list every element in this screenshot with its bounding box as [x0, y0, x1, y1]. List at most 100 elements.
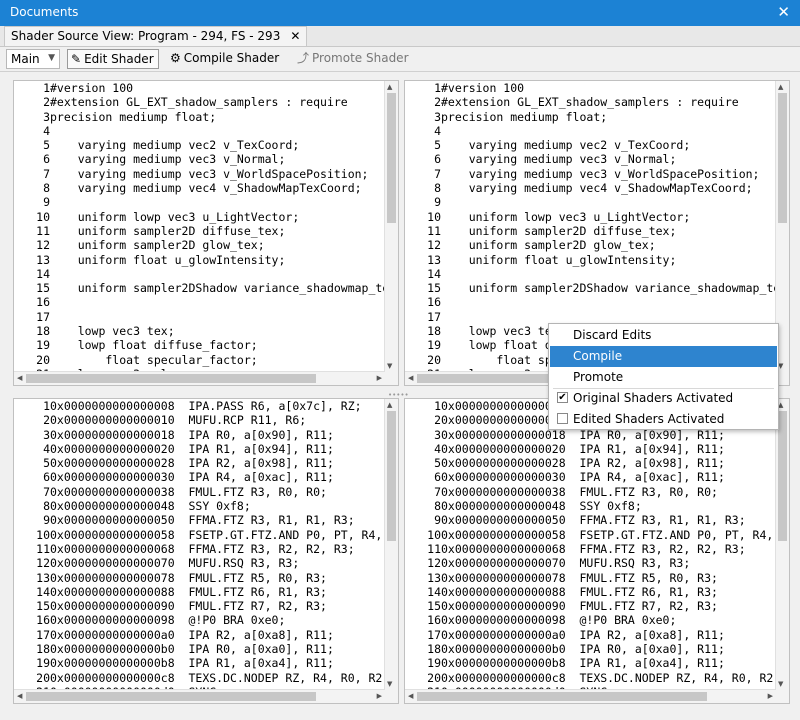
code-line: 0x0000000000000058 FSETP.GT.FTZ.AND P0, …	[50, 527, 383, 542]
code-line: 0x00000000000000b8 IPA R1, a[0xa4], R11;	[50, 656, 334, 671]
scroll-left-icon[interactable]: ◀	[17, 374, 22, 382]
line-number: 10	[427, 527, 441, 542]
line-number: 10	[36, 209, 50, 224]
toolbar: Main ▼ ✎ Edit Shader ⚙ Compile Shader ⤴ Pro…	[0, 47, 800, 72]
original-source-pane[interactable]: 123456789101112131415161718192021 #versi…	[13, 80, 399, 386]
menu-item-original-shaders[interactable]: ✔ Original Shaders Activated	[550, 388, 777, 409]
line-number: 7	[43, 484, 50, 499]
vertical-scrollbar[interactable]: ▲ ▼	[384, 399, 398, 690]
chevron-down-icon: ▼	[48, 53, 55, 63]
line-numbers: 123456789101112131415161718192021	[14, 399, 50, 690]
scroll-left-icon[interactable]: ◀	[408, 374, 413, 382]
line-number: 5	[434, 138, 441, 153]
line-number: 11	[36, 541, 50, 556]
line-number: 15	[427, 599, 441, 614]
scroll-thumb[interactable]	[26, 374, 316, 383]
line-number: 4	[434, 441, 441, 456]
code-line: varying mediump vec2 v_TexCoord;	[441, 138, 691, 153]
line-number: 14	[36, 266, 50, 281]
code-line: uniform sampler2D glow_tex;	[441, 238, 656, 253]
scroll-thumb[interactable]	[778, 93, 787, 223]
code-line: 0x00000000000000a0 IPA R2, a[0xa8], R11;	[441, 627, 725, 642]
original-disassembly-pane[interactable]: 123456789101112131415161718192021 0x0000…	[13, 398, 399, 704]
line-number: 14	[427, 266, 441, 281]
scroll-thumb[interactable]	[387, 93, 396, 223]
horizontal-scrollbar[interactable]: ◀▶	[14, 371, 385, 385]
menu-item-discard-edits[interactable]: Discard Edits	[550, 325, 777, 346]
horizontal-scrollbar[interactable]: ◀▶	[405, 689, 776, 703]
horizontal-scrollbar[interactable]: ◀▶	[14, 689, 385, 703]
original-source-code[interactable]: 123456789101112131415161718192021 #versi…	[14, 81, 385, 372]
line-number: 7	[43, 166, 50, 181]
code-line: 0x00000000000000b0 IPA R0, a[0xa0], R11;	[441, 642, 725, 657]
code-line: 0x0000000000000088 FMUL.FTZ R6, R1, R3;	[441, 584, 718, 599]
window-close-icon[interactable]: ✕	[777, 3, 790, 21]
line-number: 1	[43, 399, 50, 413]
line-number: 1	[43, 81, 50, 95]
scroll-down-icon[interactable]: ▼	[387, 680, 392, 688]
scroll-corner	[776, 690, 789, 703]
original-shaders-checkbox[interactable]: ✔	[557, 392, 568, 403]
scroll-thumb[interactable]	[387, 411, 396, 541]
scroll-up-icon[interactable]: ▲	[387, 401, 392, 409]
scroll-thumb[interactable]	[778, 411, 787, 541]
code-line: 0x0000000000000070 MUFU.RSQ R3, R3;	[441, 556, 691, 571]
menu-item-compile[interactable]: Compile	[550, 346, 777, 367]
code-line: varying mediump vec2 v_TexCoord;	[50, 138, 300, 153]
view-select[interactable]: Main ▼	[6, 49, 60, 69]
code-line: lowp vec3 tex;	[50, 324, 175, 339]
line-number: 1	[434, 81, 441, 95]
scroll-thumb[interactable]	[26, 692, 316, 701]
menu-item-promote[interactable]: Promote	[550, 367, 777, 388]
code-line: 0x0000000000000030 IPA R4, a[0xac], R11;	[50, 470, 334, 485]
line-number: 6	[434, 470, 441, 485]
scroll-up-icon[interactable]: ▲	[387, 83, 392, 91]
scroll-thumb[interactable]	[417, 692, 707, 701]
edited-disassembly-pane[interactable]: 123456789101112131415161718192021 0x0000…	[404, 398, 790, 704]
line-number: 2	[43, 413, 50, 428]
line-number: 5	[43, 456, 50, 471]
scroll-right-icon[interactable]: ▶	[377, 692, 382, 700]
edited-shaders-label: Edited Shaders Activated	[573, 412, 725, 426]
line-number: 20	[36, 670, 50, 685]
code-line: 0x0000000000000048 SSY 0xf8;	[50, 499, 251, 514]
line-number: 10	[427, 209, 441, 224]
tab-close-icon[interactable]: ✕	[290, 29, 300, 43]
line-number: 19	[427, 656, 441, 671]
vertical-scrollbar[interactable]: ▲ ▼	[384, 81, 398, 372]
splitter-grip-icon[interactable]: •••••	[388, 391, 412, 399]
original-disassembly-code[interactable]: 123456789101112131415161718192021 0x0000…	[14, 399, 385, 690]
line-number: 11	[427, 223, 441, 238]
code-line: uniform lowp vec3 u_LightVector;	[50, 209, 300, 224]
promote-shader-button[interactable]: ⤴ Promote Shader	[294, 49, 413, 69]
original-shaders-label: Original Shaders Activated	[573, 391, 734, 405]
promote-shader-label: Promote Shader	[312, 51, 409, 65]
scroll-left-icon[interactable]: ◀	[408, 692, 413, 700]
scroll-right-icon[interactable]: ▶	[377, 374, 382, 382]
line-number: 18	[36, 642, 50, 657]
edited-shaders-checkbox[interactable]	[557, 413, 568, 424]
scroll-up-icon[interactable]: ▲	[778, 83, 783, 91]
line-number: 15	[36, 281, 50, 296]
scroll-down-icon[interactable]: ▼	[387, 362, 392, 370]
view-select-value: Main	[11, 52, 40, 66]
line-numbers: 123456789101112131415161718192021	[405, 399, 441, 690]
scroll-down-icon[interactable]: ▼	[778, 680, 783, 688]
compile-shader-button[interactable]: ⚙ Compile Shader	[167, 49, 283, 69]
tab-shader-source-view[interactable]: Shader Source View: Program - 294, FS - …	[4, 26, 308, 46]
line-number: 2	[434, 95, 441, 110]
code-line: uniform sampler2DShadow variance_shadowm…	[50, 281, 385, 296]
code-line: varying mediump vec4 v_ShadowMapTexCoord…	[50, 181, 362, 196]
code-line: 0x0000000000000088 FMUL.FTZ R6, R1, R3;	[50, 584, 327, 599]
scroll-left-icon[interactable]: ◀	[17, 692, 22, 700]
scroll-right-icon[interactable]: ▶	[768, 692, 773, 700]
edit-shader-button[interactable]: ✎ Edit Shader	[67, 49, 159, 69]
code-line: varying mediump vec3 v_Normal;	[441, 152, 677, 167]
edited-disassembly-code[interactable]: 123456789101112131415161718192021 0x0000…	[405, 399, 776, 690]
menu-item-edited-shaders[interactable]: Edited Shaders Activated	[550, 409, 777, 430]
code-line: varying mediump vec3 v_WorldSpacePositio…	[441, 166, 760, 181]
vertical-scrollbar[interactable]: ▲ ▼	[775, 399, 789, 690]
